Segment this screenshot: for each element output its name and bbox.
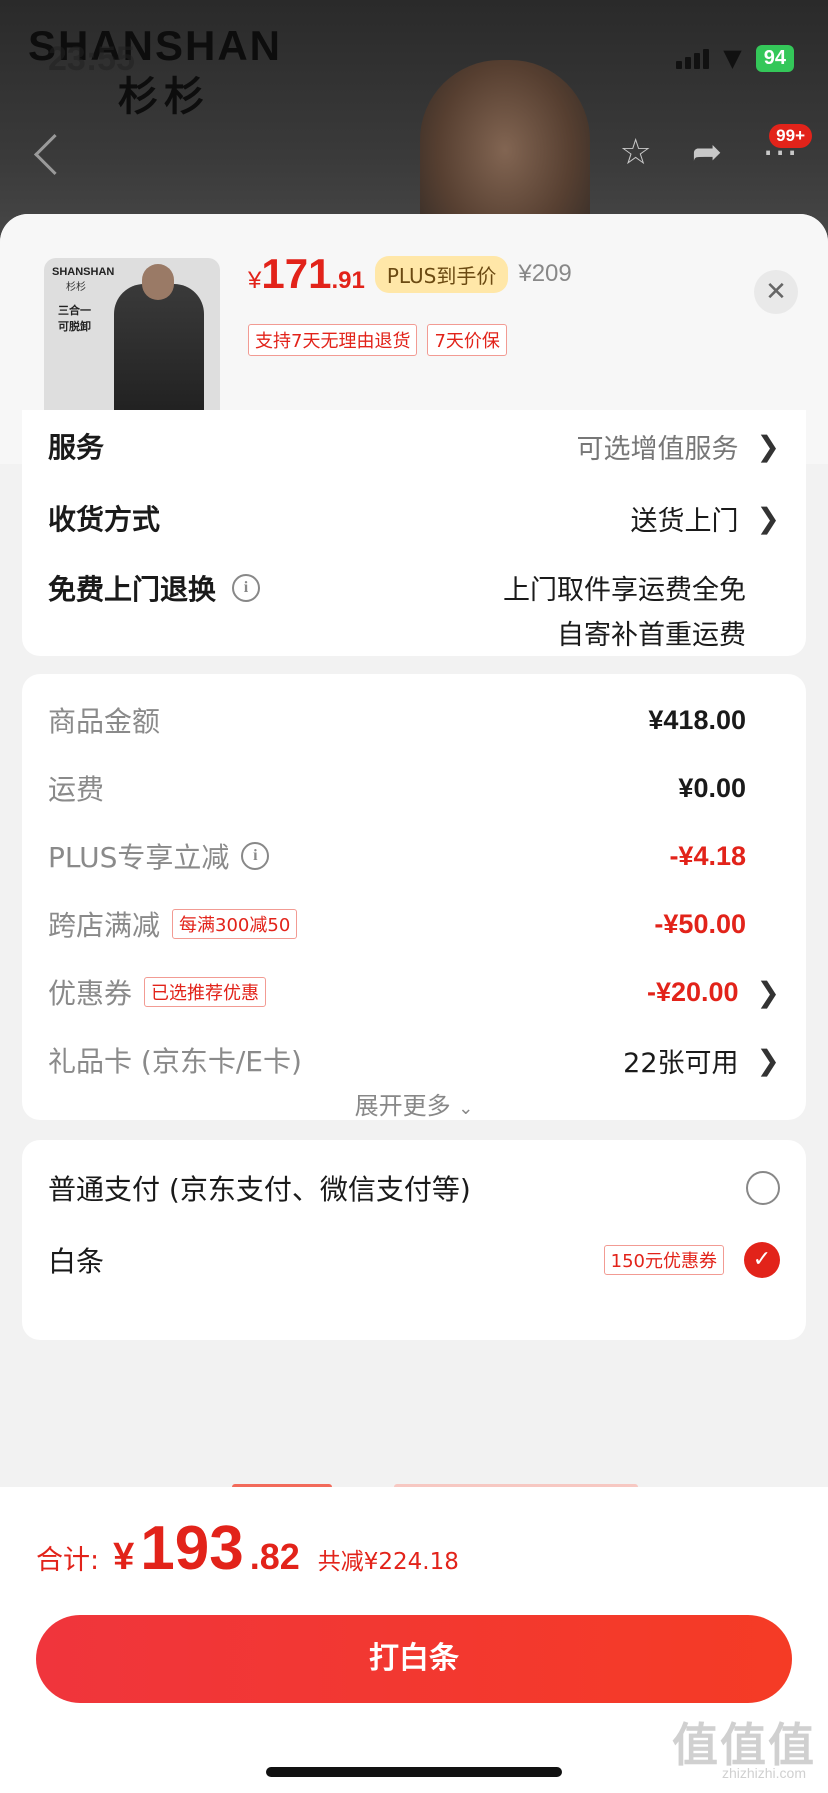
chevron-right-icon: ❯ xyxy=(756,1043,780,1077)
back-icon[interactable] xyxy=(33,133,76,176)
plus-discount-value: -¥4.18 xyxy=(669,840,746,871)
thumb-brand: SHANSHAN xyxy=(52,266,115,278)
services-card: 服务 可选增值服务 ❯ 收货方式 送货上门 ❯ 免费上门退换 i 上门取件享运费全免 … xyxy=(22,410,806,656)
goods-amount-row: 商品金额 ¥418.00 xyxy=(48,700,780,740)
price-currency: ¥ xyxy=(248,267,262,294)
chevron-right-icon: ❯ xyxy=(756,429,780,463)
close-button[interactable]: ✕ xyxy=(754,270,798,314)
thumb-feature-2: 可脱卸 xyxy=(58,320,91,333)
expand-more-label: 展开更多 xyxy=(354,1092,451,1120)
gift-card-row[interactable]: 礼品卡 (京东卡/E卡) 22张可用 ❯ xyxy=(48,1040,780,1080)
expand-more-button[interactable]: 展开更多 ⌄ xyxy=(22,1086,806,1121)
share-icon[interactable]: ➦ xyxy=(692,132,722,173)
free-return-label: 免费上门退换 xyxy=(48,573,217,606)
wifi-icon: ▼ xyxy=(723,44,742,72)
coupon-value: -¥20.00 xyxy=(646,976,739,1007)
chevron-down-icon: ⌄ xyxy=(458,1098,474,1119)
model-head-image xyxy=(142,264,174,300)
service-row[interactable]: 服务 可选增值服务 ❯ xyxy=(48,426,780,466)
pay-baitiao-button[interactable]: 打白条 xyxy=(36,1615,792,1703)
watermark-url: zhizhizhi.com xyxy=(721,1765,806,1781)
total-decimal: .82 xyxy=(249,1536,300,1577)
plus-price-tag: PLUS到手价 xyxy=(374,255,509,293)
home-indicator[interactable] xyxy=(266,1767,562,1777)
cross-store-tag: 每满300减50 xyxy=(172,909,298,939)
battery-icon: 94 xyxy=(755,44,794,72)
shipping-value: ¥0.00 xyxy=(678,772,746,803)
normal-payment-radio[interactable] xyxy=(746,1171,780,1205)
coupon-row[interactable]: 优惠券 已选推荐优惠 -¥20.00 ❯ xyxy=(48,972,780,1012)
shipping-label: 运费 xyxy=(48,773,105,806)
signal-icon xyxy=(676,47,710,69)
free-return-line-2: 自寄补首重运费 xyxy=(557,620,746,651)
normal-payment-label: 普通支付 (京东支付、微信支付等) xyxy=(48,1173,471,1206)
return-policy-tag: 支持7天无理由退货 xyxy=(248,324,418,356)
product-thumbnail[interactable]: SHANSHAN 杉杉 三合一 可脱卸 xyxy=(44,258,220,434)
thumb-brand-cn: 杉杉 xyxy=(66,282,86,293)
info-icon[interactable]: i xyxy=(241,842,270,870)
status-icons: ▼ 94 xyxy=(676,44,794,72)
original-price: ¥209 xyxy=(518,260,572,287)
baitiao-coupon-tag: 150元优惠券 xyxy=(603,1245,724,1275)
total-currency: ¥ xyxy=(113,1536,135,1578)
service-tags: 支持7天无理由退货 7天价保 xyxy=(248,324,507,356)
cross-store-label: 跨店满减 xyxy=(48,909,161,942)
service-value: 可选增值服务 xyxy=(576,433,739,465)
price-summary-card: 商品金额 ¥418.00 运费 ¥0.00 PLUS专享立减 i -¥4.18 跨… xyxy=(22,674,806,1120)
free-return-row: 免费上门退换 i 上门取件享运费全免 自寄补首重运费 xyxy=(48,568,780,652)
cross-store-value: -¥50.00 xyxy=(654,908,746,939)
total-saved: 共减¥224.18 xyxy=(317,1549,459,1575)
gift-card-value: 22张可用 xyxy=(623,1047,739,1079)
normal-payment-row[interactable]: 普通支付 (京东支付、微信支付等) xyxy=(48,1168,780,1208)
message-badge: 99+ xyxy=(769,124,812,148)
delivery-row[interactable]: 收货方式 送货上门 ❯ xyxy=(48,498,780,538)
free-return-line-1: 上门取件享运费全免 xyxy=(503,575,746,606)
baitiao-radio-checked[interactable]: ✓ xyxy=(744,1242,780,1278)
plus-discount-row: PLUS专享立减 i -¥4.18 xyxy=(48,836,780,876)
chevron-right-icon: ❯ xyxy=(756,975,780,1009)
product-price: ¥171.91 xyxy=(248,250,365,298)
total-integer: 193 xyxy=(140,1514,244,1583)
coupon-tag: 已选推荐优惠 xyxy=(144,977,267,1007)
price-protect-tag: 7天价保 xyxy=(427,324,507,356)
status-time: 23:55 xyxy=(48,40,135,78)
thumb-feature-1: 三合一 xyxy=(58,304,91,317)
goods-amount-label: 商品金额 xyxy=(48,705,161,738)
delivery-label: 收货方式 xyxy=(48,503,161,536)
total-label: 合计: xyxy=(36,1545,100,1576)
baitiao-label: 白条 xyxy=(48,1245,105,1278)
delivery-value: 送货上门 xyxy=(630,505,739,537)
price-decimal: .91 xyxy=(331,267,365,294)
total-line: 合计: ¥193.82 共减¥224.18 xyxy=(36,1513,459,1584)
service-label: 服务 xyxy=(48,431,105,464)
gift-card-label: 礼品卡 (京东卡/E卡) xyxy=(48,1045,302,1078)
plus-discount-label: PLUS专享立减 xyxy=(48,841,230,874)
close-icon: ✕ xyxy=(765,277,787,307)
shipping-row: 运费 ¥0.00 xyxy=(48,768,780,808)
price-line: ¥171.91 PLUS到手价 ¥209 xyxy=(248,250,572,298)
baitiao-payment-row[interactable]: 白条 150元优惠券 ✓ xyxy=(48,1240,780,1280)
cross-store-row: 跨店满减 每满300减50 -¥50.00 xyxy=(48,904,780,944)
favorite-star-icon[interactable]: ☆ xyxy=(620,132,652,173)
info-icon[interactable]: i xyxy=(232,574,261,602)
price-integer: 171 xyxy=(261,250,332,297)
goods-amount-value: ¥418.00 xyxy=(648,704,746,735)
payment-method-card: 普通支付 (京东支付、微信支付等) 白条 150元优惠券 ✓ xyxy=(22,1140,806,1340)
chevron-right-icon: ❯ xyxy=(756,501,780,535)
coupon-label: 优惠券 xyxy=(48,977,133,1010)
checkout-footer: 合计: ¥193.82 共减¥224.18 打白条 值值值 zhizhizhi.… xyxy=(0,1487,828,1793)
